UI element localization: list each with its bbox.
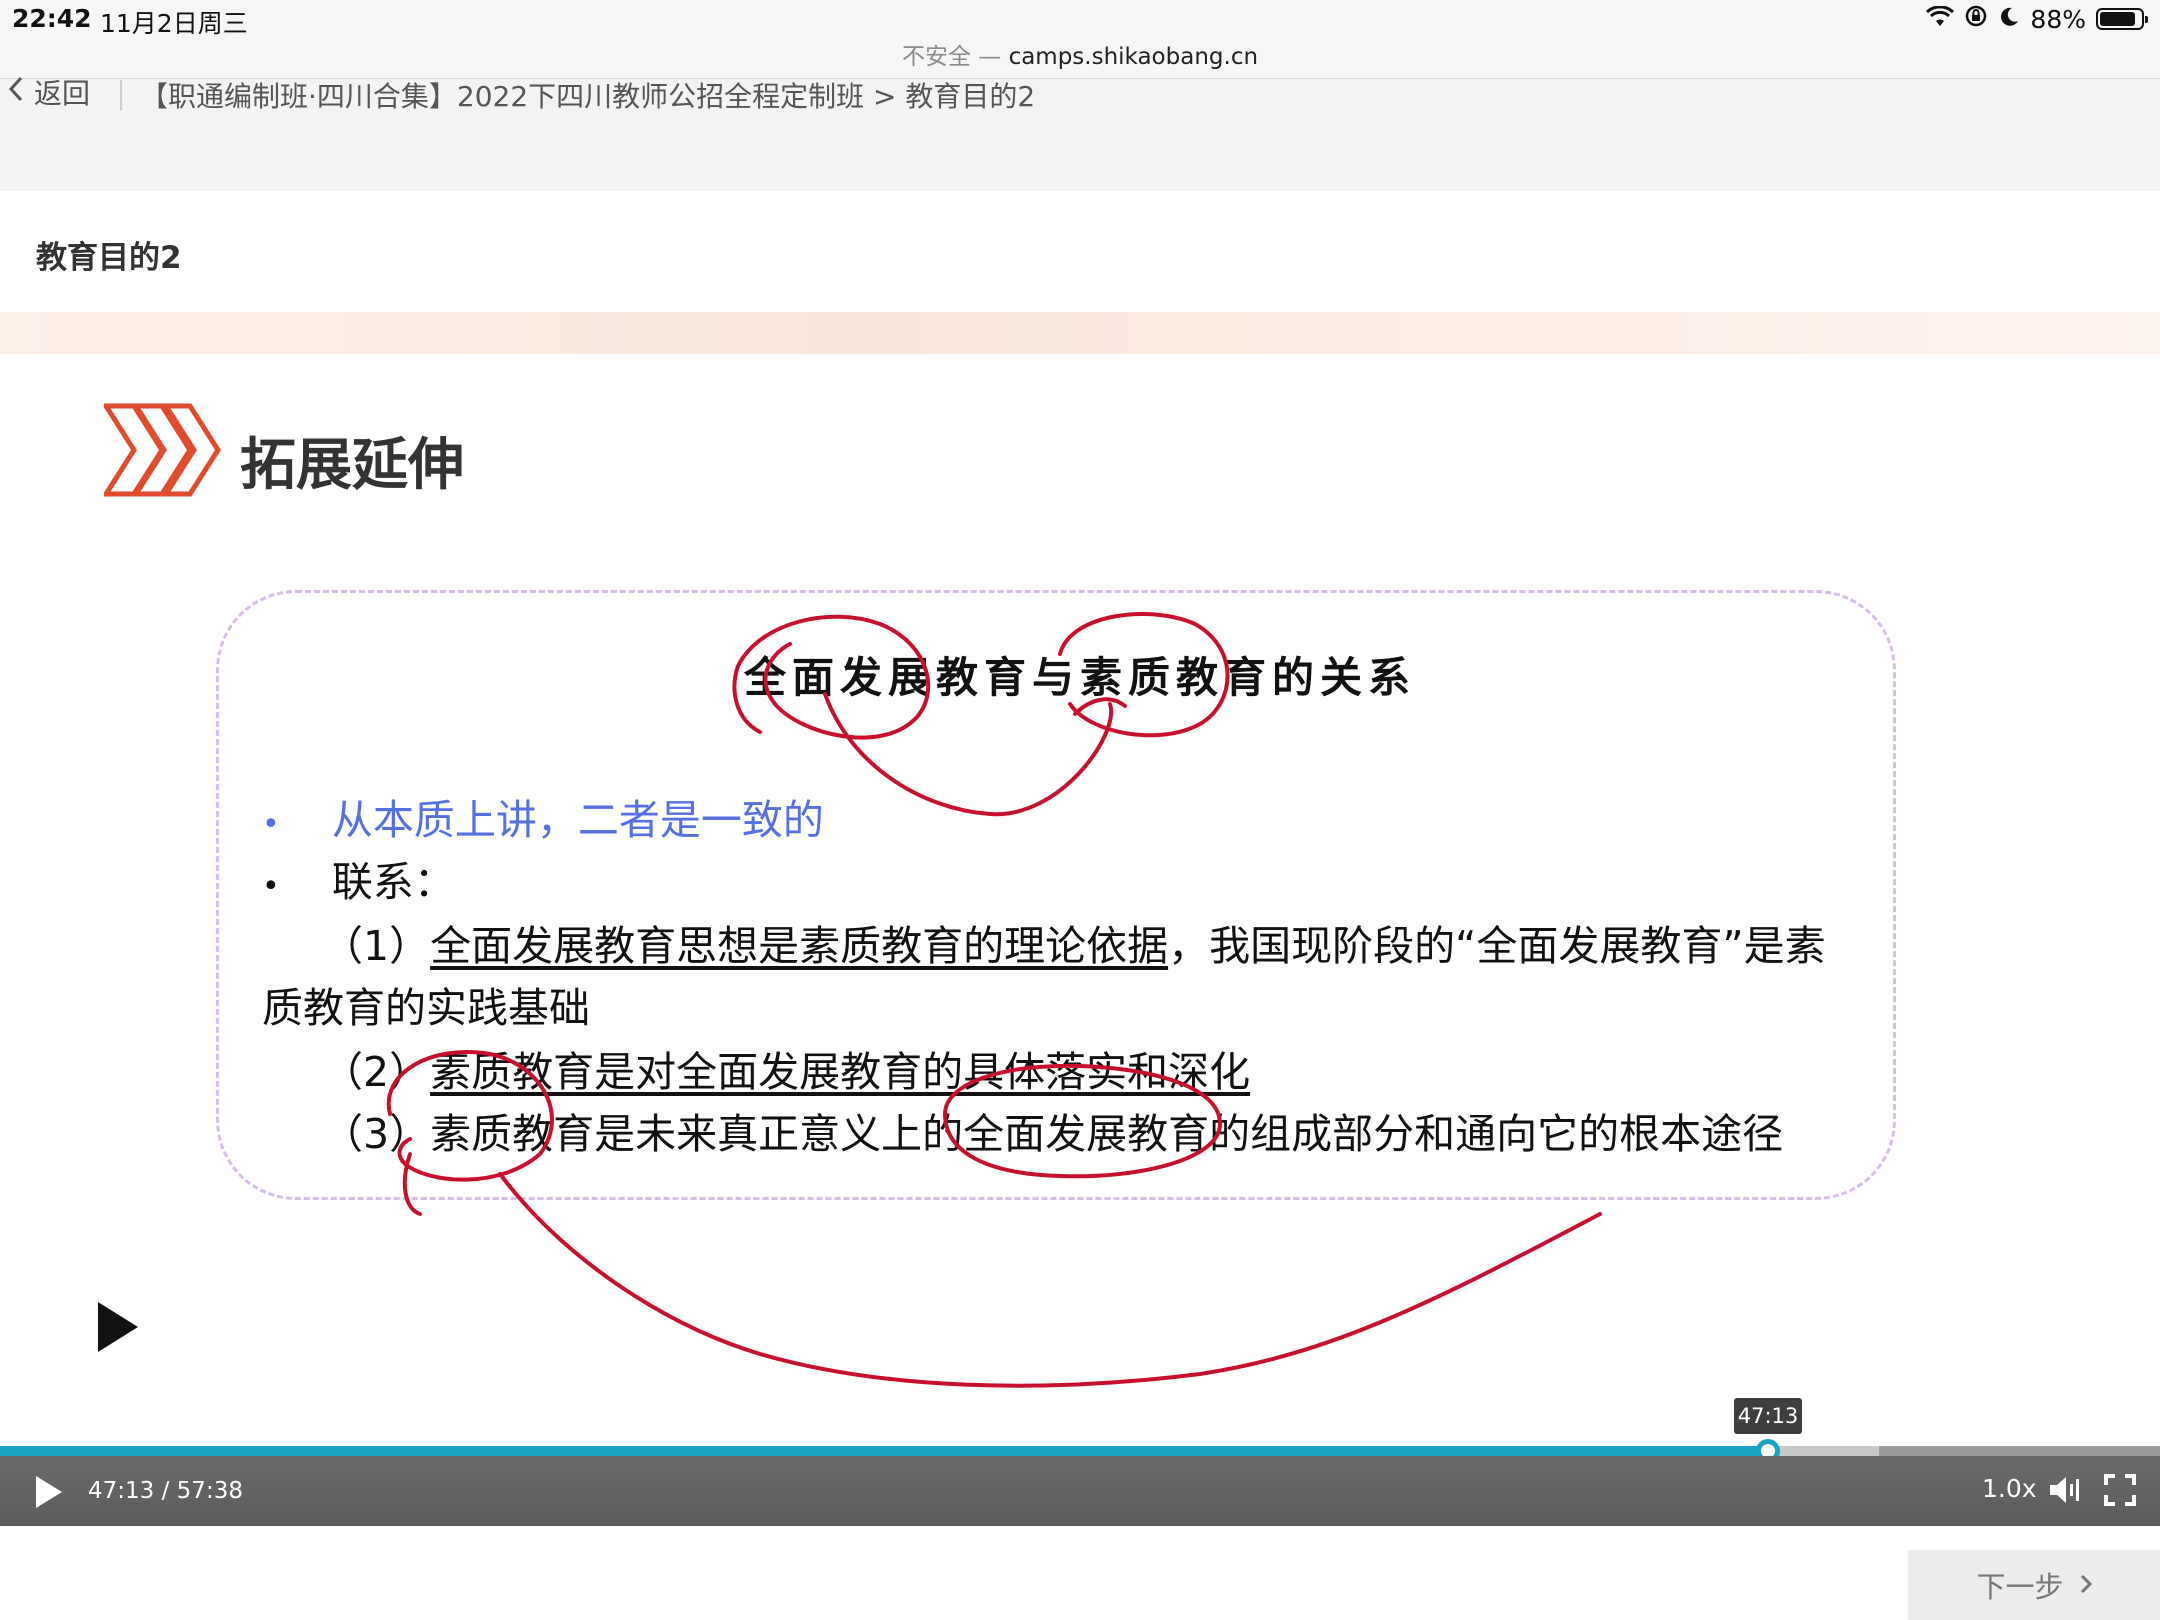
title-card: [0, 192, 2160, 312]
playback-speed-button[interactable]: 1.0x: [1982, 1474, 2037, 1503]
next-step-button[interactable]: 下一步: [1908, 1550, 2160, 1620]
battery-tip: [2145, 16, 2148, 23]
orientation-lock-icon: [1964, 4, 1988, 34]
video-frame[interactable]: 拓展延伸 全面发展教育与素质教育的关系 • 从本质上讲，二者是一致的 • 联系：…: [0, 354, 2160, 1444]
control-bar: 47:13 / 57:38 1.0x: [0, 1456, 2160, 1526]
nav-divider: [120, 80, 122, 110]
address-bar[interactable]: 不安全 — camps.shikaobang.cn: [0, 40, 2160, 79]
play-button[interactable]: [36, 1476, 62, 1508]
chevron-right-icon: [2080, 1568, 2092, 1602]
fullscreen-icon[interactable]: [2104, 1474, 2136, 1510]
battery-level: [2100, 12, 2135, 26]
page-title: 教育目的2: [36, 240, 182, 276]
played-bar: [0, 1446, 1768, 1456]
pen-annotations: [386, 612, 1602, 1388]
progress-bar[interactable]: [0, 1439, 2160, 1463]
arc-link-bottom: [498, 1172, 1602, 1388]
duration: 57:38: [176, 1478, 243, 1504]
moon-icon: [1998, 5, 2020, 34]
circle-suzhi-jiaoyu: [386, 1050, 554, 1216]
seek-tooltip: 47:13: [1734, 1398, 1802, 1434]
volume-icon[interactable]: [2048, 1474, 2084, 1510]
chevron-left-icon: [8, 75, 24, 110]
time-separator: /: [161, 1478, 170, 1504]
wifi-icon: [1926, 4, 1955, 34]
circle-quanmian-jiaoyu: [943, 1063, 1223, 1179]
back-label: 返回: [34, 77, 91, 110]
battery-icon: [2096, 8, 2148, 30]
circle-suzhi: [1058, 612, 1230, 738]
circle-quanmian: [732, 614, 931, 740]
decorative-band: [0, 312, 2160, 354]
big-play-button[interactable]: [98, 1302, 138, 1352]
url-host: camps.shikaobang.cn: [1008, 44, 1259, 70]
status-indicators: 88%: [1926, 4, 2148, 34]
time-display: 47:13 / 57:38: [88, 1478, 243, 1504]
status-bar: [0, 0, 2160, 40]
battery-percent: 88%: [2030, 4, 2086, 34]
arc-link-top: [823, 692, 1127, 817]
next-step-label: 下一步: [1976, 1570, 2064, 1604]
status-time: 22:42: [12, 4, 92, 33]
security-label: 不安全 —: [901, 44, 1002, 70]
current-time: 47:13: [88, 1478, 155, 1504]
status-date: 11月2日周三: [100, 9, 248, 38]
back-button[interactable]: 返回: [8, 72, 90, 112]
breadcrumb: 【职通编制班·四川合集】2022下四川教师公招全程定制班 > 教育目的2: [140, 80, 1036, 113]
